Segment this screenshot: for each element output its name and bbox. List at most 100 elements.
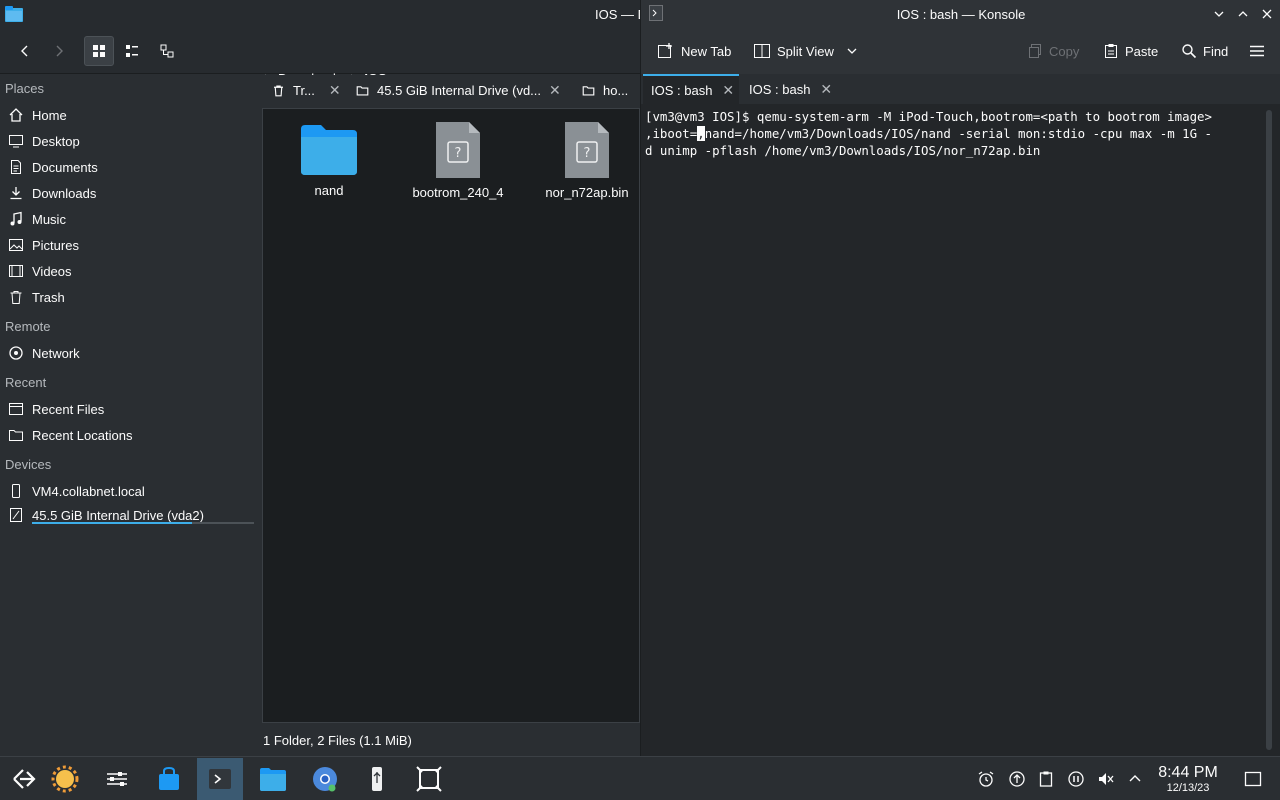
- paste-icon: [1105, 44, 1117, 58]
- place-network[interactable]: Network: [8, 342, 80, 364]
- place-trash[interactable]: Trash: [8, 286, 65, 308]
- close-tab-icon[interactable]: ✕: [329, 82, 341, 99]
- konsole-tab-1[interactable]: IOS : bash ✕: [643, 74, 739, 104]
- home-icon: [8, 107, 24, 123]
- konsole-tab-2[interactable]: IOS : bash ✕: [741, 74, 837, 104]
- unknown-file-icon: ?: [436, 122, 480, 178]
- copy-button[interactable]: Copy: [1027, 39, 1079, 63]
- copy-icon: [1029, 44, 1041, 58]
- hamburger-menu-button[interactable]: [1249, 39, 1265, 63]
- file-view-area: Tr... ✕ 45.5 GiB Internal Drive (vd... ✕…: [262, 75, 640, 760]
- dolphin-tab-trash[interactable]: Tr... ✕: [272, 75, 341, 105]
- new-tab-button[interactable]: New Tab: [657, 39, 731, 63]
- place-label: Pictures: [32, 237, 79, 253]
- place-downloads[interactable]: Downloads: [8, 182, 96, 204]
- phone-icon: [8, 483, 24, 499]
- place-home[interactable]: Home: [8, 104, 67, 126]
- task-discover[interactable]: [42, 758, 88, 800]
- place-videos[interactable]: Videos: [8, 260, 72, 282]
- place-music[interactable]: Music: [8, 208, 66, 230]
- konsole-toolbar: New Tab Split View Copy Paste Find: [641, 29, 1280, 74]
- close-tab-icon[interactable]: ✕: [549, 82, 561, 99]
- file-view[interactable]: nand ? bootrom_240_4 ? nor_n72ap.bin: [262, 108, 640, 723]
- maximize-button[interactable]: [1235, 6, 1251, 22]
- folder-icon: [260, 768, 286, 791]
- terminal-scrollbar[interactable]: [1266, 110, 1272, 750]
- forward-button[interactable]: [44, 36, 74, 66]
- place-desktop[interactable]: Desktop: [8, 130, 80, 152]
- tray-volume[interactable]: [1096, 769, 1116, 789]
- drive-usage-fill: [32, 522, 192, 524]
- icons-view-button[interactable]: [84, 36, 114, 66]
- place-label: Documents: [32, 159, 98, 175]
- folder-icon: [582, 84, 595, 97]
- chevron-right-icon: [56, 45, 63, 57]
- place-label: Music: [32, 211, 66, 227]
- places-header: Places: [5, 81, 45, 96]
- trash-icon: [272, 84, 285, 97]
- task-overview[interactable]: [406, 758, 452, 800]
- show-desktop-icon: [1244, 771, 1262, 787]
- minimize-button[interactable]: [1211, 6, 1227, 22]
- show-desktop-button[interactable]: [1243, 769, 1263, 789]
- task-store[interactable]: [146, 758, 192, 800]
- close-window-button[interactable]: [1259, 6, 1275, 22]
- place-label: Trash: [32, 289, 65, 305]
- close-tab-icon[interactable]: ✕: [722, 82, 734, 99]
- place-recent-locations[interactable]: Recent Locations: [8, 424, 132, 446]
- task-usb[interactable]: [354, 758, 400, 800]
- dolphin-tab-drive[interactable]: 45.5 GiB Internal Drive (vd... ✕: [356, 75, 561, 105]
- paste-label: Paste: [1125, 43, 1159, 59]
- tray-media[interactable]: [1066, 769, 1086, 789]
- place-label: Home: [32, 107, 67, 123]
- steamdeck-launcher-icon: [13, 769, 36, 789]
- compact-view-button[interactable]: [117, 36, 147, 66]
- task-dolphin[interactable]: [250, 758, 296, 800]
- app-launcher-button[interactable]: [0, 758, 46, 800]
- place-recent-files[interactable]: Recent Files: [8, 398, 104, 420]
- clock-date[interactable]: 12/13/23: [1153, 782, 1223, 794]
- task-konsole[interactable]: [197, 758, 243, 800]
- details-view-button[interactable]: [152, 36, 182, 66]
- dolphin-tab-bar: Tr... ✕ 45.5 GiB Internal Drive (vd... ✕…: [262, 75, 640, 105]
- find-button[interactable]: Find: [1181, 39, 1228, 63]
- search-icon: [1182, 44, 1197, 59]
- tray-clipboard[interactable]: [1036, 769, 1056, 789]
- chevron-down-icon[interactable]: [846, 45, 858, 57]
- tray-notifications[interactable]: [976, 769, 996, 789]
- task-settings[interactable]: [94, 758, 140, 800]
- close-tab-icon[interactable]: ✕: [820, 81, 832, 98]
- place-label: Recent Locations: [32, 427, 133, 443]
- place-label: Downloads: [32, 185, 97, 201]
- hamburger-icon: [1250, 45, 1264, 57]
- tray-expand[interactable]: [1125, 769, 1145, 789]
- konsole-titlebar[interactable]: IOS : bash — Konsole: [641, 0, 1280, 29]
- split-view-icon: [754, 44, 770, 58]
- file-name: bootrom_240_4: [412, 185, 504, 200]
- place-device-vm4[interactable]: VM4.collabnet.local: [8, 480, 145, 502]
- tab-label: IOS : bash: [651, 82, 713, 98]
- place-pictures[interactable]: Pictures: [8, 234, 79, 256]
- paste-button[interactable]: Paste: [1103, 39, 1158, 63]
- file-item-folder[interactable]: nand: [269, 121, 389, 198]
- file-item-file[interactable]: ? bootrom_240_4: [398, 121, 518, 200]
- file-name: nand: [314, 183, 344, 198]
- dolphin-titlebar[interactable]: IOS — D: [0, 0, 647, 29]
- tab-label: IOS : bash: [749, 81, 811, 97]
- place-documents[interactable]: Documents: [8, 156, 98, 178]
- window-overview-icon: [416, 766, 442, 792]
- place-label: Recent Files: [32, 401, 105, 417]
- tray-updates[interactable]: [1007, 769, 1027, 789]
- clock-time[interactable]: 8:44 PM: [1153, 764, 1223, 782]
- unknown-file-icon: ?: [565, 122, 609, 178]
- terminal-output[interactable]: [vm3@vm3 IOS]$ qemu-system-arm -M iPod-T…: [641, 104, 1266, 750]
- file-item-file[interactable]: ? nor_n72ap.bin: [527, 121, 647, 200]
- dolphin-tab-home[interactable]: ho...: [582, 75, 628, 105]
- konsole-window: IOS : bash — Konsole New Tab Split View …: [640, 0, 1280, 760]
- split-view-button[interactable]: Split View: [753, 39, 858, 63]
- task-chrome[interactable]: [302, 758, 348, 800]
- back-button[interactable]: [10, 36, 40, 66]
- terminal-text: nand=/home/vm3/Downloads/IOS/nand -seria…: [704, 126, 1212, 141]
- sliders-icon: [107, 772, 127, 786]
- music-icon: [8, 211, 24, 227]
